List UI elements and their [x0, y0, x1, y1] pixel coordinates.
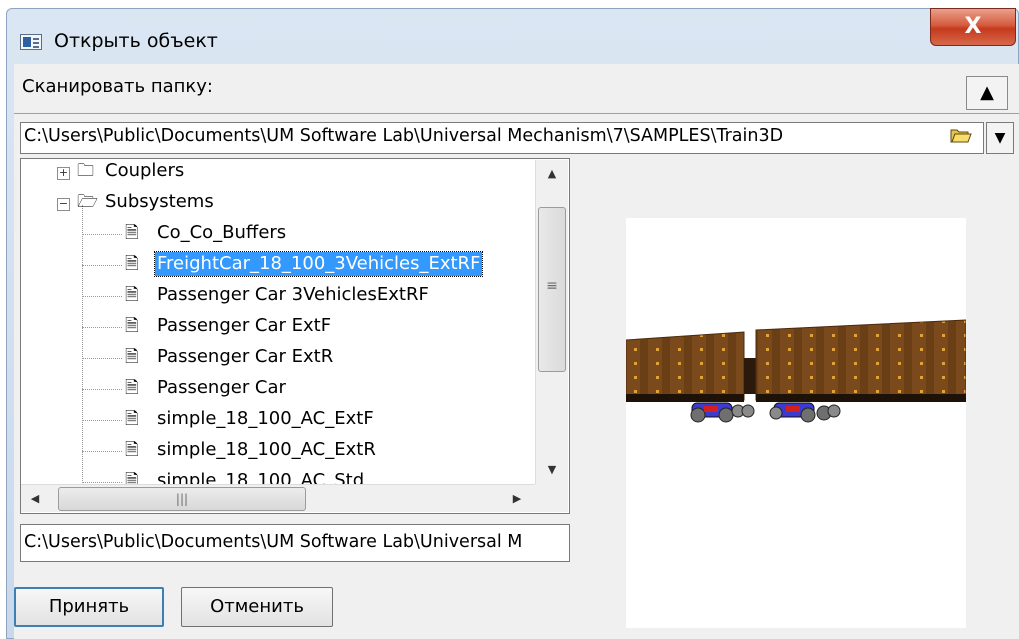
tree-item-file[interactable]: 🗎 simple_18_100_AC_ExtR — [21, 438, 536, 469]
chevron-down-icon: ▼ — [994, 130, 1006, 146]
document-icon: 🗎 — [125, 285, 139, 305]
bogie-right — [769, 402, 841, 423]
document-icon: 🗎 — [125, 440, 139, 460]
collapse-icon[interactable]: − — [57, 198, 70, 211]
model-preview-canvas[interactable] — [625, 218, 967, 628]
window-app-icon — [20, 34, 42, 50]
scroll-left-arrow-icon[interactable]: ◀ — [24, 488, 46, 510]
folder-path-text: C:\Users\Public\Documents\UM Software La… — [24, 126, 784, 146]
scroll-right-arrow-icon[interactable]: ▶ — [506, 488, 528, 510]
document-icon: 🗎 — [125, 223, 139, 243]
tree-item-subsystems[interactable]: − 🗁 Subsystems — [21, 190, 536, 221]
document-icon: 🗎 — [125, 409, 139, 429]
scrollbar-corner — [535, 484, 568, 512]
selected-path-text: C:\Users\Public\Documents\UM Software La… — [24, 532, 523, 552]
train-preview-image — [625, 319, 967, 423]
tree-item-label: FreightCar_18_100_3Vehicles_ExtRF — [153, 251, 484, 277]
tree-item-label: Couplers — [105, 160, 185, 181]
tree-item-file-selected[interactable]: 🗎 FreightCar_18_100_3Vehicles_ExtRF — [21, 251, 536, 283]
tree-item-couplers[interactable]: + 🗀 Couplers — [21, 159, 536, 190]
path-dropdown-button[interactable]: ▼ — [986, 122, 1014, 154]
tree-item-file[interactable]: 🗎 Passenger Car ExtR — [21, 345, 536, 376]
bogie-left — [690, 402, 755, 423]
tree-item-file[interactable]: 🗎 Co_Co_Buffers — [21, 221, 536, 252]
scroll-down-arrow-icon[interactable]: ▼ — [540, 458, 564, 482]
tree-item-file[interactable]: 🗎 Passenger Car 3VehiclesExtRF — [21, 283, 536, 314]
document-icon: 🗎 — [125, 347, 139, 367]
cancel-button[interactable]: Отменить — [181, 587, 333, 627]
tree-item-file[interactable]: 🗎 Passenger Car ExtF — [21, 314, 536, 345]
home-icon: ▲ — [980, 82, 994, 103]
tree-item-label: simple_18_100_AC_ExtF — [157, 408, 374, 429]
folder-icon: 🗀 — [77, 161, 94, 181]
tree-item-label: Passenger Car ExtR — [157, 346, 334, 367]
window-title: Открыть объект — [54, 30, 218, 52]
scan-folder-label: Сканировать папку: — [22, 76, 213, 97]
scroll-up-arrow-icon[interactable]: ▲ — [540, 162, 564, 186]
open-folder-icon — [950, 129, 972, 143]
tree-item-label: simple_18_100_AC_ExtR — [157, 439, 376, 460]
grip-icon: ≡ — [546, 278, 558, 294]
tree-item-label: Passenger Car ExtF — [157, 315, 332, 336]
tree-item-label: Subsystems — [105, 191, 214, 212]
document-icon: 🗎 — [125, 254, 139, 274]
home-button[interactable]: ▲ — [966, 76, 1008, 110]
document-icon: 🗎 — [125, 316, 139, 336]
browse-folder-button[interactable] — [946, 126, 976, 152]
expand-icon[interactable]: + — [57, 167, 70, 180]
tree-item-file[interactable]: 🗎 simple_18_100_AC_ExtF — [21, 407, 536, 438]
accept-button[interactable]: Принять — [14, 587, 164, 627]
close-button[interactable]: X — [930, 8, 1016, 46]
tree-item-label: Co_Co_Buffers — [157, 222, 287, 243]
tree-item-label: Passenger Car 3VehiclesExtRF — [157, 284, 429, 305]
tree-item-file[interactable]: 🗎 Passenger Car — [21, 376, 536, 407]
open-folder-icon: 🗁 — [77, 192, 99, 212]
document-icon: 🗎 — [125, 378, 139, 398]
grip-icon: ||| — [175, 492, 189, 506]
tree-item-label: Passenger Car — [157, 377, 286, 398]
subsystem-tree[interactable]: + 🗀 Couplers − 🗁 Subsystems 🗎 Co_Co_Buff… — [20, 158, 570, 514]
